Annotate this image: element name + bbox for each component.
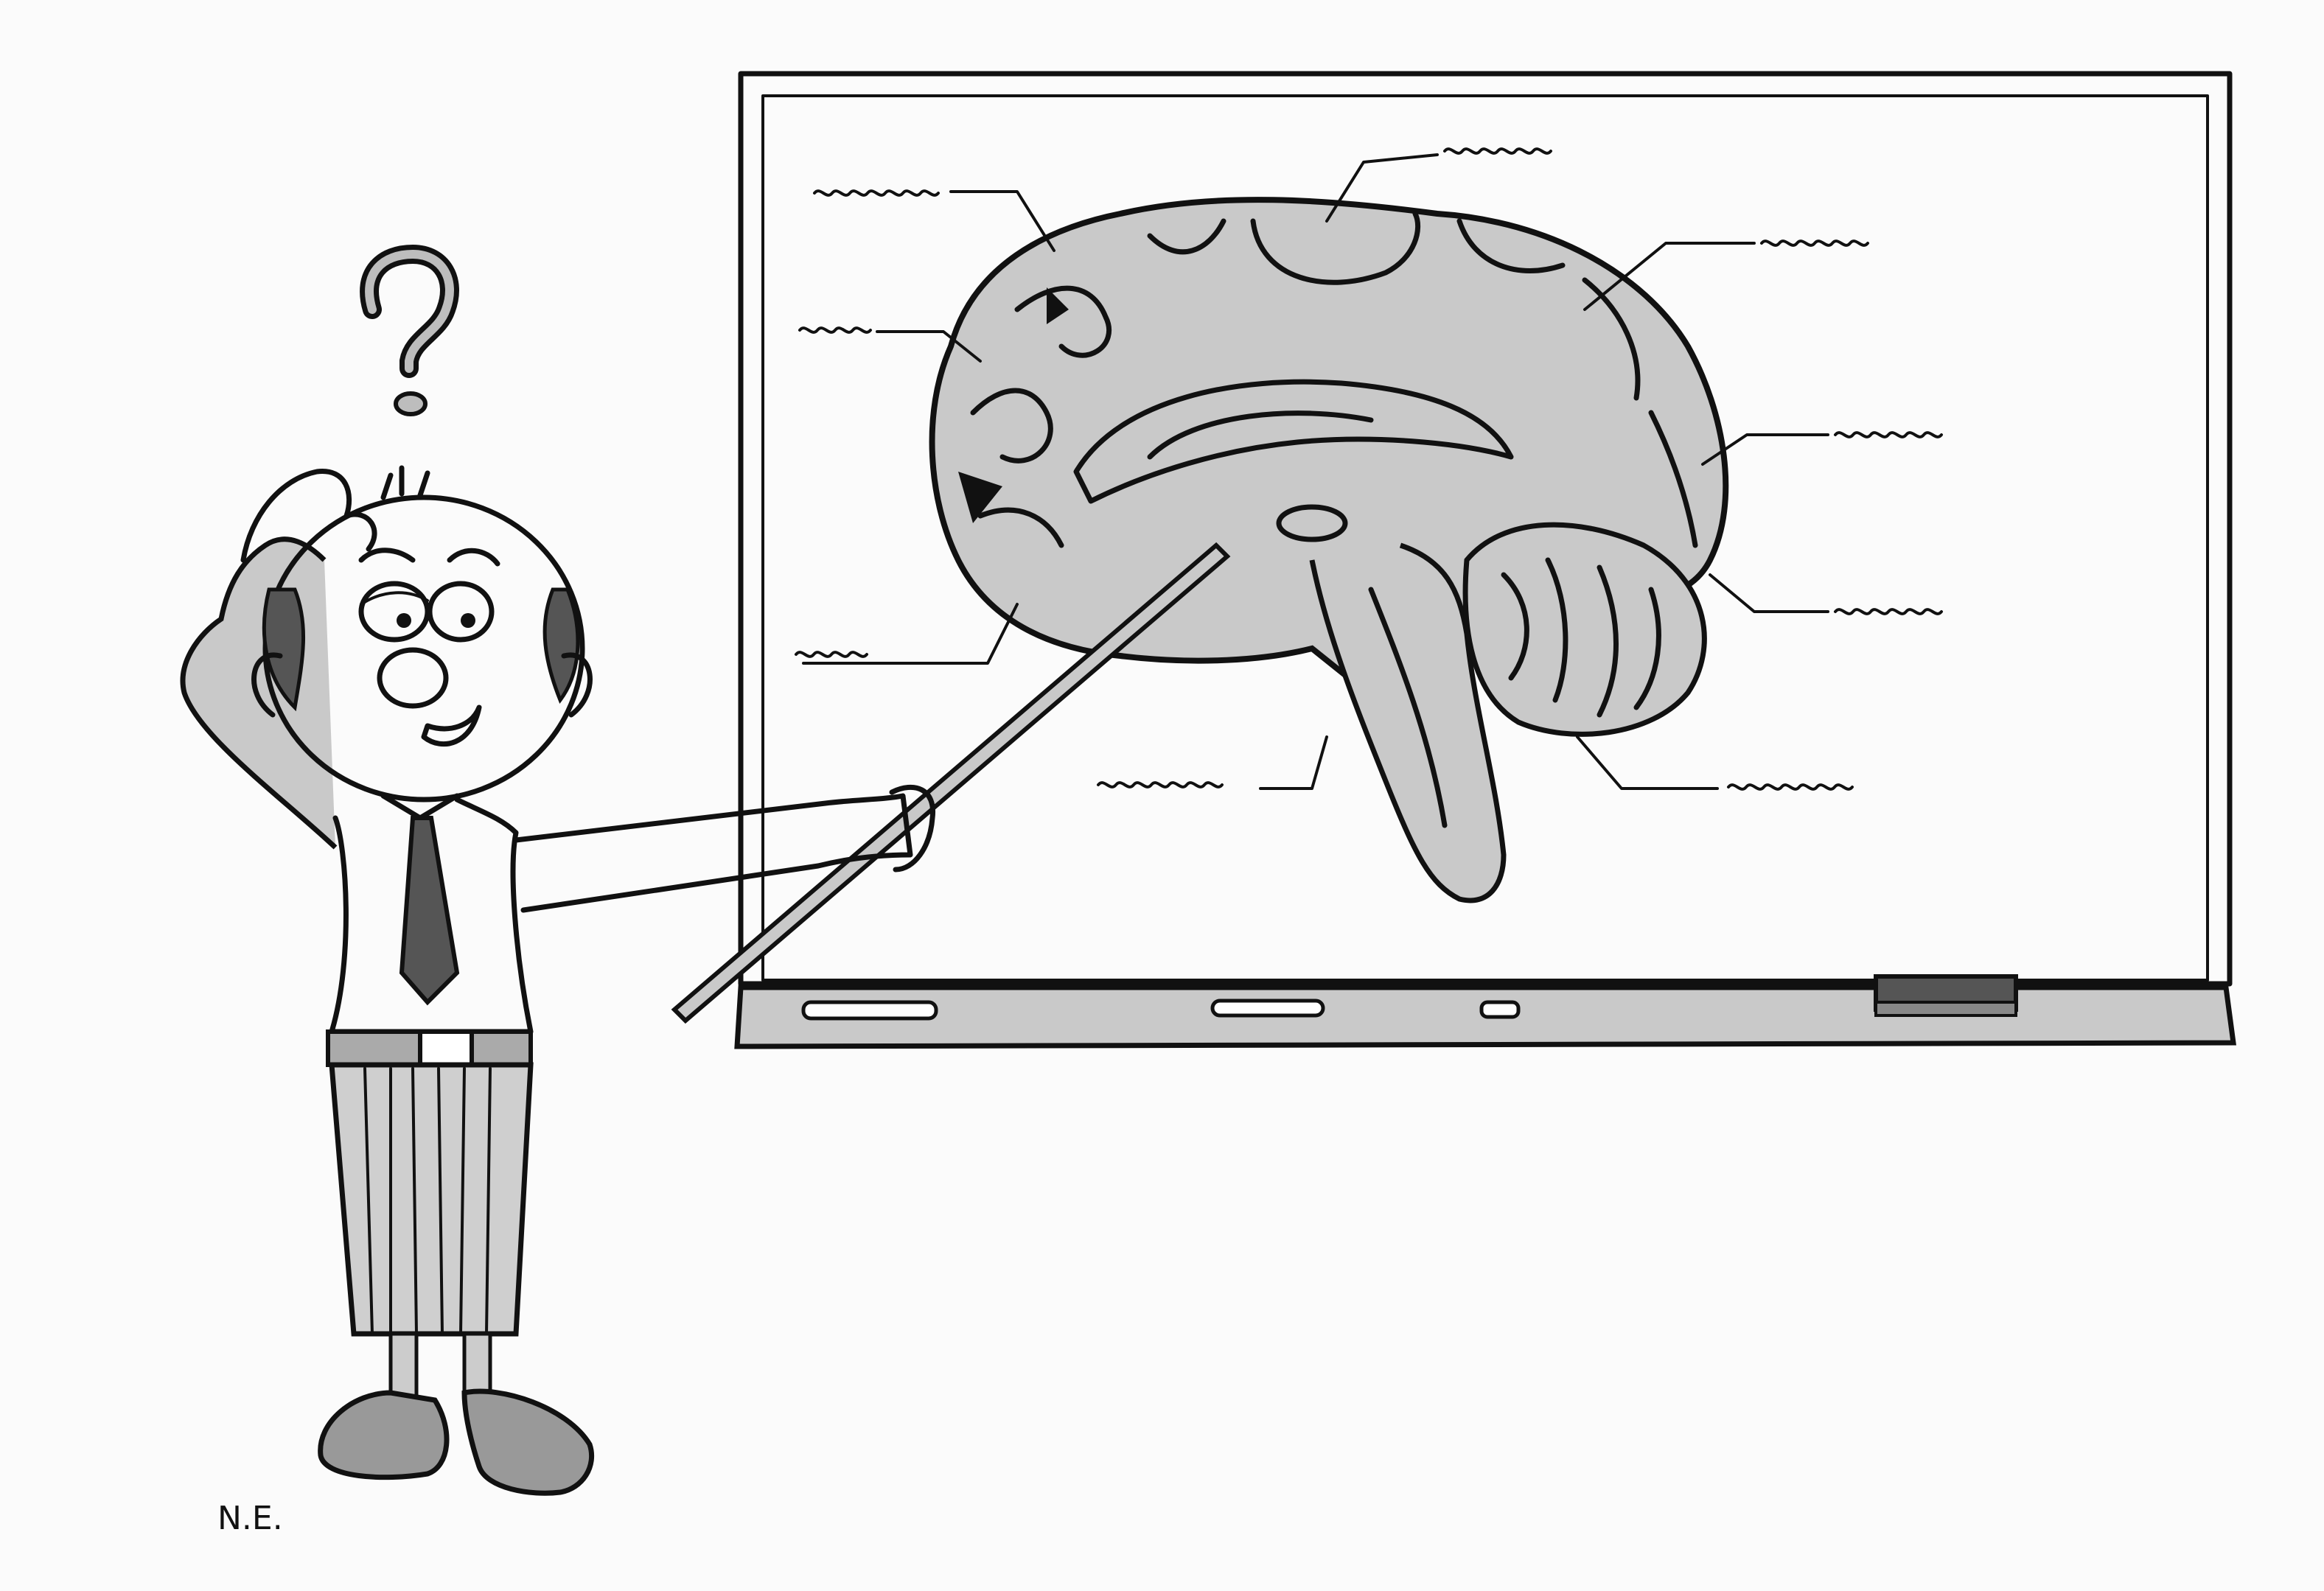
- nose: [377, 647, 449, 709]
- right-eye: [427, 581, 495, 643]
- artist-signature: N.E.: [217, 1500, 283, 1537]
- right-hair-tuft: [542, 587, 580, 704]
- left-shoe: [318, 1390, 450, 1480]
- pointer-stick-icon: [671, 542, 1231, 1024]
- cartoon-scene: ?: [180, 71, 2236, 1537]
- pointing-arm: [513, 793, 913, 913]
- label-left: [798, 326, 872, 334]
- label-top-right: [1760, 239, 1869, 247]
- label-top-left: [813, 189, 940, 197]
- label-bottom: [1097, 781, 1224, 788]
- chalk-piece-3: [1479, 1000, 1521, 1019]
- chalk-piece-1: [801, 1000, 938, 1021]
- eraser-icon: [1874, 974, 2018, 1017]
- necktie: [399, 816, 460, 1006]
- label-right-lower: [1834, 608, 1943, 615]
- mouth: [421, 704, 482, 747]
- right-shoe: [461, 1388, 595, 1496]
- belt-buckle: [418, 1029, 474, 1067]
- label-bottom-left: [795, 651, 868, 658]
- question-mark-icon: ?: [360, 244, 459, 416]
- chalk-piece-2: [1210, 999, 1325, 1018]
- label-top: [1443, 147, 1552, 155]
- striped-pants: [329, 1062, 534, 1337]
- brain-diagram-icon: [929, 197, 1729, 903]
- label-right: [1834, 431, 1943, 438]
- label-bottom-right: [1727, 783, 1854, 791]
